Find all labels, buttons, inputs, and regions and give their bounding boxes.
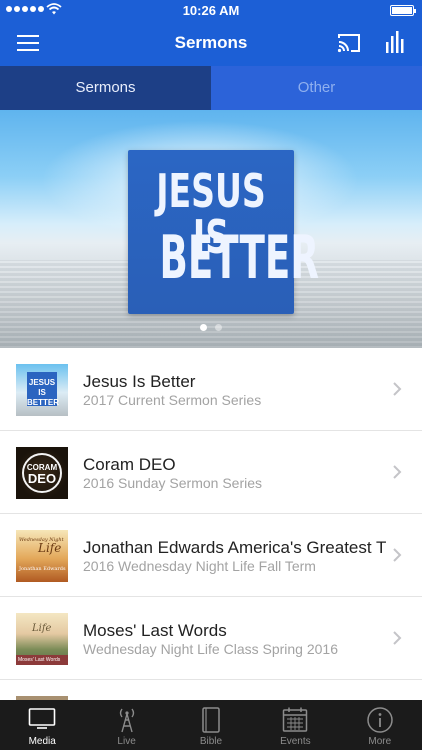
series-subtitle: 2016 Wednesday Night Life Fall Term <box>83 558 316 574</box>
chevron-right-icon <box>393 465 402 479</box>
series-thumbnail: JESUS IS BETTER <box>16 364 68 416</box>
thumbnail-text: JESUS IS BETTER <box>27 378 59 407</box>
tab-label: Bible <box>199 736 223 747</box>
page-indicator <box>0 324 422 331</box>
tab-label: Events <box>280 736 311 747</box>
series-list: JESUS IS BETTER Jesus Is Better 2017 Cur… <box>0 348 422 700</box>
hero-series-artwork[interactable]: JESUS IS BETTER <box>128 150 319 314</box>
list-item[interactable]: Life Moses' Last Words Moses' Last Words… <box>0 597 422 680</box>
thumbnail-text: Moses' Last Words <box>16 655 68 665</box>
page-dot-2[interactable] <box>215 324 222 331</box>
tab-label: More <box>368 736 392 747</box>
series-title: Jonathan Edwards America's Greatest T <box>83 538 387 557</box>
series-thumbnail: CORAM DEO <box>16 447 68 499</box>
info-icon <box>367 707 393 733</box>
book-icon <box>202 707 220 733</box>
series-subtitle: 2017 Current Sermon Series <box>83 392 262 408</box>
series-title: Coram DEO <box>83 455 176 474</box>
tv-icon <box>28 708 56 729</box>
chevron-right-icon <box>393 548 402 562</box>
series-title: Jesus Is Better <box>83 372 196 391</box>
thumbnail-text: Life <box>38 541 62 555</box>
broadcast-tower-icon <box>119 708 134 733</box>
page-dot-1[interactable] <box>200 324 207 331</box>
bar-chart-icon[interactable] <box>385 30 407 54</box>
thumbnail-text: Jonathan Edwards <box>19 566 66 572</box>
thumbnail-text: DEO <box>27 471 57 486</box>
tab-bible[interactable]: Bible <box>169 700 253 750</box>
hero-title-line-2: BETTER <box>159 223 319 293</box>
chevron-right-icon <box>393 631 402 645</box>
tab-other[interactable]: Other <box>211 66 422 110</box>
status-time: 10:26 AM <box>182 3 240 18</box>
series-thumbnail: Wednesday Night Life Jonathan Edwards <box>16 530 68 582</box>
hero-banner[interactable]: JESUS IS BETTER <box>0 110 422 348</box>
battery-icon <box>390 5 416 16</box>
bottom-tab-bar: Media Live Bible Events More <box>0 700 422 750</box>
tab-sermons[interactable]: Sermons <box>0 66 211 110</box>
calendar-icon <box>283 707 308 732</box>
chevron-right-icon <box>393 382 402 396</box>
series-subtitle: 2016 Sunday Sermon Series <box>83 475 262 491</box>
list-item[interactable]: CORAM DEO Coram DEO 2016 Sunday Sermon S… <box>0 431 422 514</box>
status-bar: 10:26 AM <box>0 0 422 22</box>
thumbnail-text: Life <box>32 623 52 634</box>
segment-tabs: Sermons Other <box>0 66 422 110</box>
series-subtitle: Wednesday Night Life Class Spring 2016 <box>83 641 339 657</box>
tab-events[interactable]: Events <box>253 700 337 750</box>
top-bar: 10:26 AM Sermons <box>0 0 422 66</box>
tab-more[interactable]: More <box>338 700 422 750</box>
tab-label: Live <box>117 736 136 747</box>
list-item[interactable]: JESUS IS BETTER Jesus Is Better 2017 Cur… <box>0 348 422 431</box>
cast-icon[interactable] <box>337 32 361 54</box>
list-item[interactable]: Wednesday Night Life Jonathan Edwards Jo… <box>0 514 422 597</box>
tab-media[interactable]: Media <box>0 700 84 750</box>
series-title: Moses' Last Words <box>83 621 227 640</box>
series-thumbnail: Life Moses' Last Words <box>16 613 68 665</box>
tab-label: Media <box>28 736 56 747</box>
tab-live[interactable]: Live <box>84 700 168 750</box>
list-item-partial[interactable] <box>0 680 422 700</box>
nav-bar: Sermons <box>0 22 422 66</box>
